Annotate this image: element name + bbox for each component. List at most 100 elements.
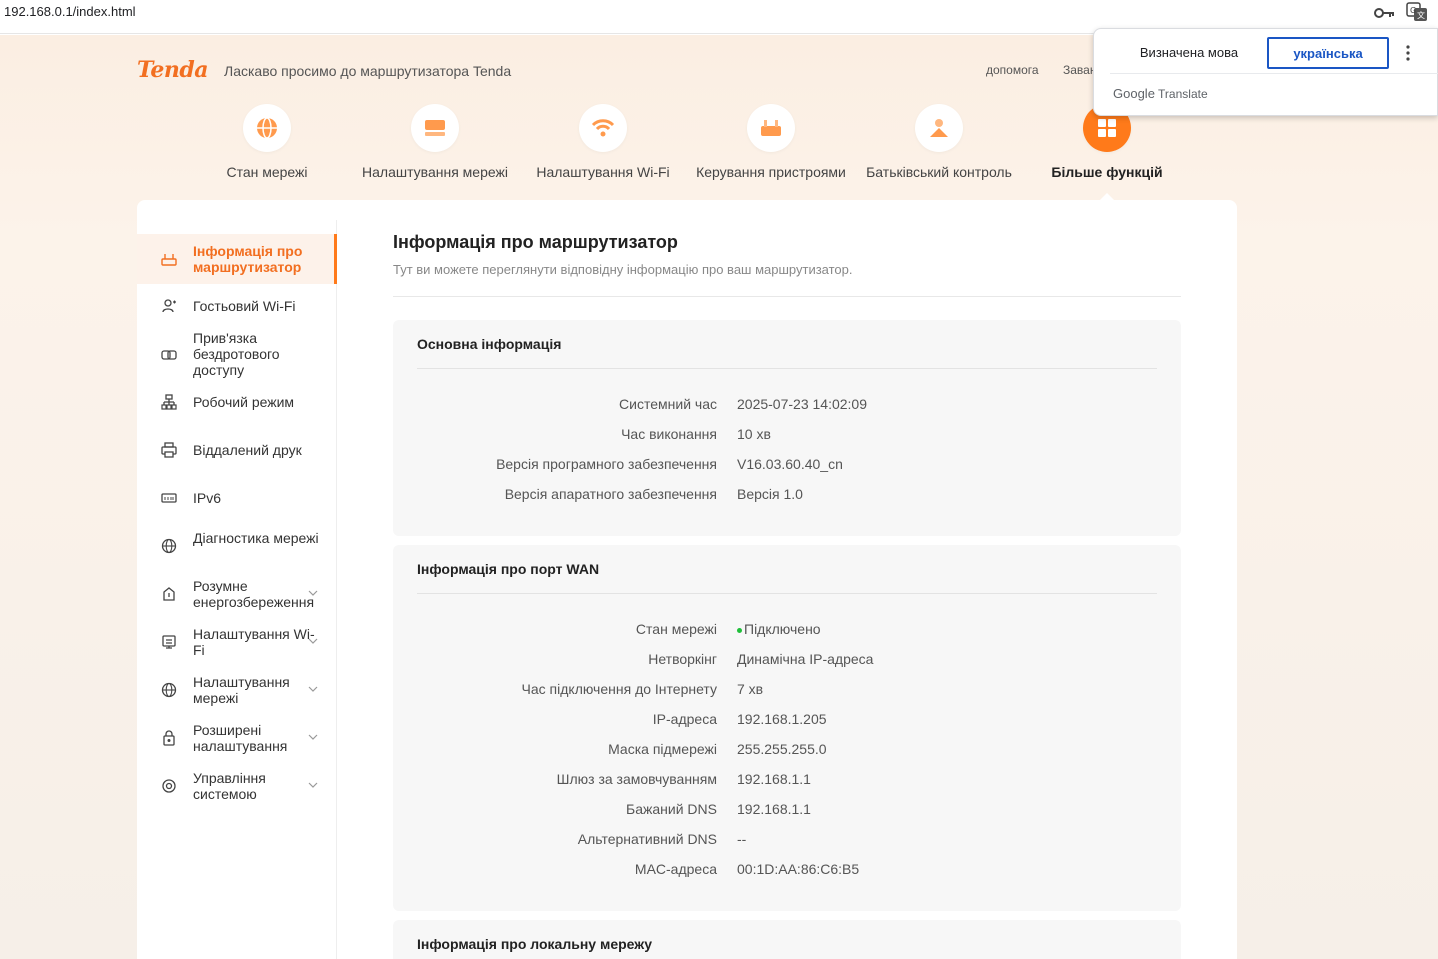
divider	[393, 296, 1181, 297]
sidebar-item-remote-print[interactable]: Віддалений друк	[137, 440, 337, 460]
chevron-down-icon[interactable]	[308, 588, 318, 598]
info-key: IP-адреса	[652, 711, 717, 727]
main-card: Інформація про маршрутизатор Гостьовий W…	[137, 200, 1237, 959]
wifi-icon	[591, 119, 615, 137]
info-key: Бажаний DNS	[626, 801, 717, 817]
translate-tab-ukrainian[interactable]: українська	[1267, 37, 1389, 69]
page-subtitle: Тут ви можете переглянути відповідну інф…	[393, 262, 853, 277]
info-key: Стан мережі	[635, 621, 717, 637]
section-divider	[417, 368, 1157, 369]
translate-icon[interactable]: G 文	[1406, 2, 1428, 22]
topnav-circle	[579, 104, 627, 152]
sidebar-item-system-management[interactable]: Управління системою	[137, 766, 337, 806]
topnav-circle	[411, 104, 459, 152]
info-row: Маска підмережі 255.255.255.0	[393, 741, 1181, 761]
google-wordmark: Google	[1113, 86, 1155, 101]
sidebar-item-advanced-settings[interactable]: Розширені налаштування	[137, 718, 337, 758]
address-url[interactable]: 192.168.0.1/index.html	[4, 4, 136, 19]
info-row: Альтернативний DNS --	[393, 831, 1181, 851]
topnav-device-management[interactable]: Керування пристроями	[687, 104, 855, 180]
help-link[interactable]: допомога	[986, 63, 1039, 77]
topnav-circle	[243, 104, 291, 152]
info-value: 2025-07-23 14:02:09	[737, 396, 867, 412]
topnav-label: Налаштування Wi-Fi	[536, 164, 670, 180]
section-title: Основна інформація	[417, 336, 562, 352]
grid-icon	[1098, 119, 1116, 137]
info-value: Версія 1.0	[737, 486, 803, 502]
topnav-wifi-settings[interactable]: Налаштування Wi-Fi	[519, 104, 687, 180]
info-row: Версія програмного забезпечення V16.03.6…	[393, 456, 1181, 476]
printer-icon	[161, 442, 177, 458]
info-row: Час виконання 10 хв	[393, 426, 1181, 446]
sidebar-item-wifi-settings[interactable]: Налаштування Wi-Fi	[137, 622, 337, 662]
more-options-icon[interactable]	[1405, 43, 1411, 63]
system-icon	[162, 779, 176, 793]
info-value: --	[737, 831, 747, 847]
info-row: Шлюз за замовчуванням 192.168.1.1	[393, 771, 1181, 791]
key-icon[interactable]	[1374, 6, 1396, 20]
download-link[interactable]: Завантажити	[1063, 63, 1093, 77]
sidebar-item-smart-energy[interactable]: Розумне енергозбереження	[137, 574, 337, 614]
router-icon	[161, 254, 177, 266]
translate-tab-detected[interactable]: Визначена мова	[1110, 37, 1268, 69]
sidebar-item-label: IPv6	[193, 490, 222, 506]
info-row: Версія апаратного забезпечення Версія 1.…	[393, 486, 1181, 506]
info-row: Системний час 2025-07-23 14:02:09	[393, 396, 1181, 416]
sidebar-item-label: Управління системою	[193, 770, 266, 802]
mode-icon	[161, 394, 177, 410]
guest-icon	[162, 299, 176, 313]
info-value: 192.168.1.205	[737, 711, 827, 727]
sidebar-item-work-mode[interactable]: Робочий режим	[137, 392, 337, 412]
topnav-label: Батьківський контроль	[866, 164, 1012, 180]
sidebar-item-router-info[interactable]: Інформація про маршрутизатор	[137, 234, 337, 284]
info-key: Маска підмережі	[608, 741, 717, 757]
wifi-settings-icon	[162, 635, 176, 649]
info-key: Час підключення до Інтернету	[521, 681, 717, 697]
info-key: Системний час	[619, 396, 717, 412]
info-value: 10 хв	[737, 426, 771, 442]
welcome-text: Ласкаво просимо до маршрутизатора Tenda	[224, 63, 512, 79]
info-key: MAC-адреса	[634, 861, 717, 877]
chevron-down-icon[interactable]	[308, 636, 318, 646]
translate-popup: Визначена мова українська Google Transla…	[1093, 28, 1438, 116]
globe-icon	[257, 117, 277, 139]
info-value: V16.03.60.40_cn	[737, 456, 843, 472]
info-value: 192.168.1.1	[737, 771, 811, 787]
info-value: Динамічна IP-адреса	[737, 651, 874, 667]
sidebar: Інформація про маршрутизатор Гостьовий W…	[137, 220, 337, 959]
page-title: Інформація про маршрутизатор	[393, 232, 678, 252]
svg-text:G: G	[1410, 6, 1416, 15]
info-key: Альтернативний DNS	[577, 831, 717, 847]
chevron-down-icon[interactable]	[308, 732, 318, 742]
sidebar-item-ipv6[interactable]: IPv6	[137, 488, 337, 508]
topnav-label: Налаштування мережі	[362, 164, 508, 180]
info-value: 7 хв	[737, 681, 764, 697]
tenda-logo[interactable]: Tenda	[137, 57, 208, 83]
chevron-down-icon[interactable]	[308, 684, 318, 694]
topnav-network-settings[interactable]: Налаштування мережі	[351, 104, 519, 180]
topnav-label: Більше функцій	[1051, 164, 1163, 180]
chevron-down-icon[interactable]	[308, 780, 318, 790]
info-row: IP-адреса 192.168.1.205	[393, 711, 1181, 731]
sidebar-item-label: Розумне енергозбереження	[193, 578, 315, 610]
sidebar-item-guest-wifi[interactable]: Гостьовий Wi-Fi	[137, 296, 337, 316]
sidebar-item-label: Віддалений друк	[193, 442, 302, 458]
ipv6-icon	[161, 493, 177, 503]
topnav-label: Керування пристроями	[696, 164, 846, 180]
sidebar-item-label: Розширені налаштування	[193, 722, 288, 754]
info-value: 255.255.255.0	[737, 741, 827, 757]
topnav-network-status[interactable]: Стан мережі	[183, 104, 351, 180]
energy-icon	[163, 587, 175, 601]
topnav-parental-control[interactable]: Батьківський контроль	[855, 104, 1023, 180]
info-key: Час виконання	[621, 426, 717, 442]
sidebar-item-network-diagnostics[interactable]: Діагностика мережі	[137, 526, 337, 566]
sidebar-item-network-settings[interactable]: Налаштування мережі	[137, 670, 337, 710]
sidebar-item-wireless-binding[interactable]: Прив'язка бездротового доступу	[137, 330, 337, 380]
globe-icon	[161, 682, 177, 698]
translate-divider	[1110, 73, 1438, 74]
sidebar-item-label: Налаштування Wi-Fi	[193, 626, 315, 658]
link-icon	[161, 350, 177, 360]
info-value: 192.168.1.1	[737, 801, 811, 817]
topnav-circle	[915, 104, 963, 152]
info-key: Нетворкінг	[648, 651, 717, 667]
